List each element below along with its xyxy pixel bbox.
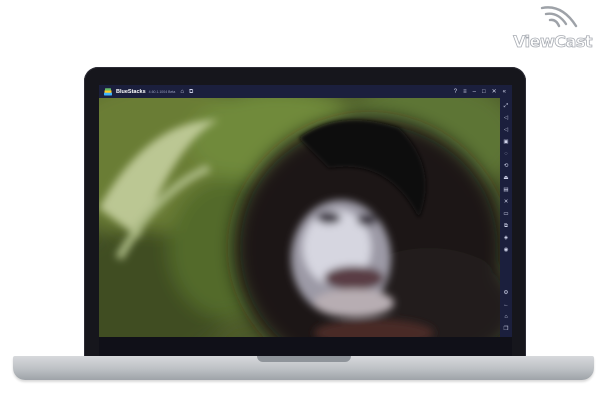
- signal-icon: [540, 6, 578, 28]
- home-icon[interactable]: ⌂: [180, 89, 184, 95]
- app-titlebar: BlueStacks 4.60.1.1004 Beta ⌂ ⧉ ? ≡ – □ …: [99, 85, 512, 98]
- app-sidebar: ⤢ ◁ ◁ ▣ ◌ ⟲ ⏏ ▤ ✕ ▭ ⧉ ◈ ◉ ⚙ ← ⌂ ❐: [500, 98, 512, 337]
- back-icon[interactable]: ←: [502, 301, 510, 309]
- volume-up-icon[interactable]: ◁: [502, 114, 510, 122]
- multi-instance-icon[interactable]: ⧉: [189, 89, 193, 95]
- volume-down-icon[interactable]: ◁: [502, 126, 510, 134]
- fullscreen-icon[interactable]: ⤢: [502, 102, 510, 110]
- folder-icon[interactable]: ▭: [502, 210, 510, 218]
- collapse-icon[interactable]: «: [503, 89, 506, 95]
- close-icon[interactable]: ✕: [492, 89, 497, 95]
- app-title: BlueStacks: [116, 88, 146, 95]
- recents-icon[interactable]: ❐: [502, 325, 510, 333]
- menu-icon[interactable]: ≡: [463, 89, 467, 95]
- shake-icon[interactable]: ✕: [502, 198, 510, 206]
- macro-icon[interactable]: ◉: [502, 246, 510, 254]
- layers-icon[interactable]: ◈: [502, 234, 510, 242]
- record-icon[interactable]: ◌: [502, 150, 510, 158]
- minimize-icon[interactable]: –: [473, 89, 476, 95]
- rotate-icon[interactable]: ⟲: [502, 162, 510, 170]
- screenshot-icon[interactable]: ▤: [502, 186, 510, 194]
- install-apk-icon[interactable]: ⏏: [502, 174, 510, 182]
- help-icon[interactable]: ?: [454, 89, 457, 95]
- watermark-text: ViewCast: [513, 32, 593, 52]
- bluestacks-logo-icon: [104, 87, 112, 95]
- keymapping-icon[interactable]: ▣: [502, 138, 510, 146]
- app-content[interactable]: [99, 98, 500, 337]
- app-version: 4.60.1.1004 Beta: [148, 89, 176, 94]
- home-nav-icon[interactable]: ⌂: [502, 313, 510, 321]
- maximize-icon[interactable]: □: [482, 89, 486, 95]
- settings-icon[interactable]: ⚙: [502, 289, 510, 297]
- viewcast-logo: ViewCast: [500, 6, 593, 52]
- video-frame-image: [99, 98, 500, 337]
- laptop-hinge-notch: [257, 356, 351, 362]
- copy-icon[interactable]: ⧉: [502, 222, 510, 230]
